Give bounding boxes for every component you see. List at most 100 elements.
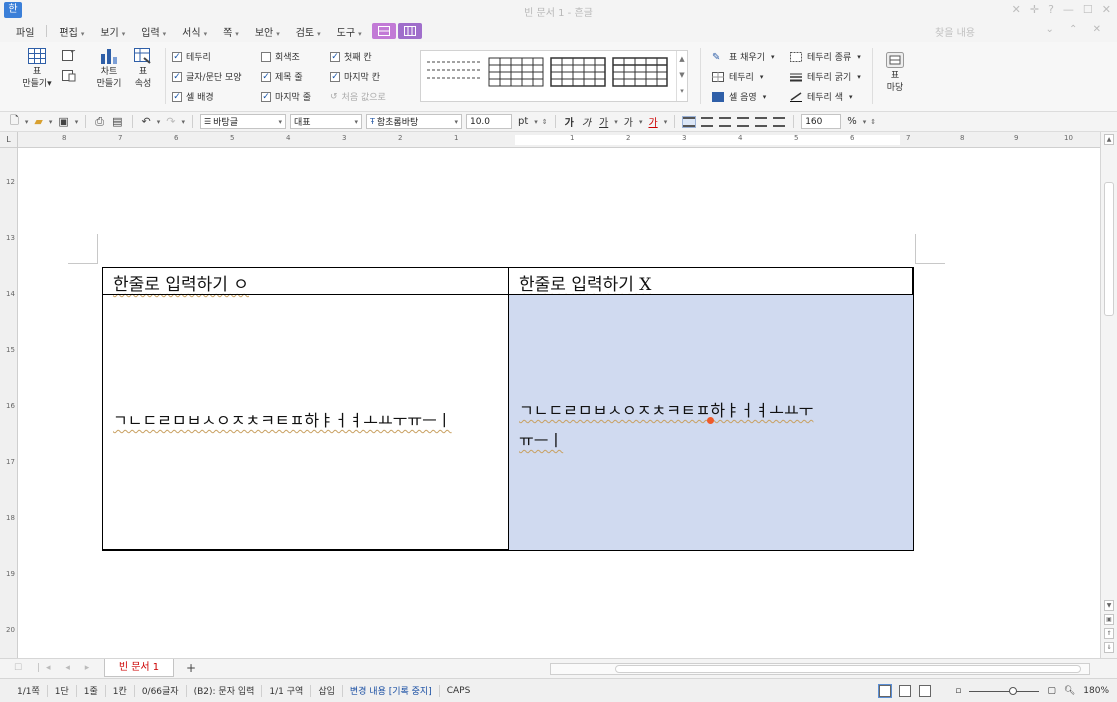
menu-view[interactable]: 보기 ▾ bbox=[92, 24, 133, 39]
chevron-down-icon[interactable]: ▾ bbox=[25, 118, 29, 126]
minimize-icon[interactable]: — bbox=[1063, 3, 1074, 16]
menu-format[interactable]: 서식 ▾ bbox=[174, 24, 215, 39]
checkbox-first-col-box[interactable]: ✓ bbox=[330, 51, 340, 62]
checkbox-title-row-box[interactable]: ✓ bbox=[261, 71, 271, 82]
document-table[interactable]: 한줄로 입력하기 ㅇ 한줄로 입력하기 X ㄱㄴㄷㄹㅁㅂㅅㅇㅈㅊㅋㅌㅍ하ㅑㅓㅕㅗ… bbox=[102, 267, 914, 551]
help-icon[interactable]: ? bbox=[1048, 3, 1054, 16]
chevron-down-icon[interactable]: ▾ bbox=[75, 118, 79, 126]
checkbox-grayscale-box[interactable] bbox=[261, 51, 271, 62]
zoom-in-icon[interactable]: ▢ bbox=[1047, 686, 1056, 696]
normal-view-icon[interactable] bbox=[878, 684, 893, 698]
status-char-count[interactable]: 0/66글자 bbox=[135, 684, 186, 697]
horizontal-ruler[interactable]: L 8 7 6 5 4 3 2 1 1 2 3 4 5 6 7 8 9 10 bbox=[0, 132, 1100, 148]
menu-security[interactable]: 보안 ▾ bbox=[247, 24, 288, 39]
zoom-slider-knob[interactable] bbox=[1009, 686, 1018, 695]
checkbox-cell-background-box[interactable]: ✓ bbox=[172, 91, 182, 102]
page-select-icon[interactable]: ▣ bbox=[1104, 614, 1114, 625]
underline-button[interactable]: 가 bbox=[597, 114, 610, 129]
table-design-tab[interactable] bbox=[371, 23, 396, 39]
scroll-down-icon[interactable]: ▼ bbox=[1104, 600, 1114, 611]
gallery-scroll[interactable]: ▲ ▼ ▾ bbox=[676, 51, 687, 101]
text-color-button[interactable]: 가 bbox=[646, 114, 659, 129]
table-style-swatch[interactable] bbox=[425, 56, 483, 88]
checkbox-last-col[interactable]: ✓ 마지막 칸 bbox=[330, 70, 380, 83]
add-tab-button[interactable]: + bbox=[186, 661, 196, 675]
table-fill-button[interactable]: ✎ 표 채우기 ▾ bbox=[712, 50, 775, 64]
menu-file[interactable]: 파일 bbox=[8, 24, 42, 39]
table-convert-icon[interactable] bbox=[62, 70, 76, 85]
vertical-ruler[interactable]: 12 13 14 15 16 17 18 19 20 bbox=[0, 148, 18, 658]
border-button[interactable]: 테두리 ▾ bbox=[712, 70, 763, 83]
table-cell-b2-selected[interactable]: ㄱㄴㄷㄹㅁㅂㅅㅇㅈㅊㅋㅌㅍ하ㅑㅓㅕㅗㅛㅜ ㅠㅡㅣ bbox=[508, 294, 914, 551]
border-width-button[interactable]: 테두리 굵기 ▾ bbox=[790, 70, 861, 83]
align-distribute-icon[interactable] bbox=[755, 116, 768, 127]
table-style-swatch[interactable] bbox=[487, 56, 545, 88]
align-divide-icon[interactable] bbox=[773, 116, 786, 127]
table-cell-a2[interactable]: ㄱㄴㄷㄹㅁㅂㅅㅇㅈㅊㅋㅌㅍ하ㅑㅓㅕㅗㅛㅜㅠㅡㅣ bbox=[102, 294, 509, 551]
zoom-level[interactable]: 180% bbox=[1083, 686, 1109, 696]
table-cell-a1[interactable]: 한줄로 입력하기 ㅇ bbox=[102, 267, 509, 295]
maximize-icon[interactable]: ☐ bbox=[1083, 3, 1093, 16]
redo-icon[interactable]: ↷ bbox=[164, 115, 177, 128]
page-view-icon[interactable] bbox=[919, 685, 932, 697]
border-color-button[interactable]: 테두리 색 ▾ bbox=[790, 90, 853, 103]
line-spacing-spinner[interactable]: ⇕ bbox=[870, 118, 876, 126]
scrollbar-thumb[interactable] bbox=[615, 665, 1081, 673]
chevron-down-icon[interactable]: ▾ bbox=[664, 118, 668, 126]
chevron-down-icon[interactable]: ▾ bbox=[49, 118, 53, 126]
border-type-button[interactable]: 테두리 종류 ▾ bbox=[790, 50, 861, 63]
table-style-swatch[interactable] bbox=[549, 56, 607, 88]
table-layout-tab[interactable] bbox=[397, 23, 422, 39]
checkbox-first-col[interactable]: ✓ 첫째 칸 bbox=[330, 50, 372, 63]
checkbox-last-col-box[interactable]: ✓ bbox=[330, 71, 340, 82]
table-style-swatch[interactable] bbox=[611, 56, 669, 88]
size-spinner[interactable]: ⇕ bbox=[542, 118, 548, 126]
vertical-scrollbar[interactable]: ▲ ▼ ▣ ⇑ ⇓ bbox=[1100, 132, 1117, 658]
cell-shading-button[interactable]: 셀 음영 ▾ bbox=[712, 90, 766, 103]
menu-page[interactable]: 쪽 ▾ bbox=[215, 24, 247, 39]
print-icon[interactable]: ⎙ bbox=[93, 115, 106, 129]
make-chart-button[interactable]: 차트 만들기 bbox=[92, 48, 126, 90]
align-center-icon[interactable] bbox=[719, 116, 732, 127]
chevron-down-icon[interactable]: ▾ bbox=[639, 118, 643, 126]
checkbox-title-row[interactable]: ✓ 제목 줄 bbox=[261, 70, 303, 83]
checkbox-last-row-box[interactable]: ✓ bbox=[261, 91, 271, 102]
fit-width-view-icon[interactable] bbox=[899, 685, 912, 697]
prev-page-icon[interactable]: ⇑ bbox=[1104, 628, 1114, 639]
align-left-icon[interactable] bbox=[701, 116, 714, 127]
align-right-icon[interactable] bbox=[737, 116, 750, 127]
chevron-down-icon[interactable]: ▾ bbox=[157, 118, 161, 126]
status-page[interactable]: 1/1쪽 bbox=[10, 684, 47, 697]
checkbox-char-para-shape-box[interactable]: ✓ bbox=[172, 71, 182, 82]
zoom-out-icon[interactable]: ▫ bbox=[955, 686, 961, 696]
strikeout-button[interactable]: 가 bbox=[622, 114, 635, 129]
checkbox-char-para-shape[interactable]: ✓ 글자/문단 모양 bbox=[172, 70, 242, 83]
menu-tools[interactable]: 도구 ▾ bbox=[329, 24, 370, 39]
table-madang-button[interactable]: 표 마당 bbox=[880, 52, 910, 94]
horizontal-scrollbar[interactable] bbox=[550, 663, 1090, 675]
checkbox-cell-background[interactable]: ✓ 셀 배경 bbox=[172, 90, 214, 103]
checkbox-border[interactable]: ✓ 테두리 bbox=[172, 50, 211, 63]
chevron-down-icon[interactable]: ▾ bbox=[181, 118, 185, 126]
font-select[interactable]: Ŧ 함초롬바탕 ▾ bbox=[365, 114, 462, 129]
status-insert-mode[interactable]: 삽입 bbox=[311, 684, 342, 697]
chevron-down-icon[interactable]: ▾ bbox=[454, 118, 458, 126]
chevron-down-icon[interactable]: ▾ bbox=[278, 118, 282, 126]
gallery-expand-icon[interactable]: ▾ bbox=[677, 83, 687, 99]
zoom-magnifier-icon[interactable]: 🔍︎ bbox=[1064, 686, 1075, 696]
checkbox-last-row[interactable]: ✓ 마지막 줄 bbox=[261, 90, 311, 103]
bold-button[interactable]: 가 bbox=[563, 114, 576, 129]
chevron-down-icon[interactable]: ▾ bbox=[614, 118, 618, 126]
checkbox-grayscale[interactable]: 회색조 bbox=[261, 50, 300, 63]
font-size-input[interactable]: 10.0 bbox=[465, 114, 512, 129]
style-select[interactable]: ☰ 바탕글 ▾ bbox=[199, 114, 286, 129]
close-icon[interactable]: ✕ bbox=[1102, 3, 1111, 16]
new-document-icon[interactable]: 🗋 bbox=[8, 112, 21, 131]
chevron-up-icon[interactable]: ▲ bbox=[677, 51, 687, 67]
table-cell-b1[interactable]: 한줄로 입력하기 X bbox=[508, 267, 914, 295]
scroll-up-icon[interactable]: ▲ bbox=[1104, 134, 1114, 145]
line-spacing-input[interactable]: 160 bbox=[801, 114, 842, 129]
table-properties-button[interactable]: 표 속성 bbox=[128, 48, 158, 90]
tab-document-1[interactable]: 빈 문서 1 bbox=[104, 659, 174, 677]
status-track-changes[interactable]: 변경 내용 [기록 중지] bbox=[343, 684, 439, 697]
